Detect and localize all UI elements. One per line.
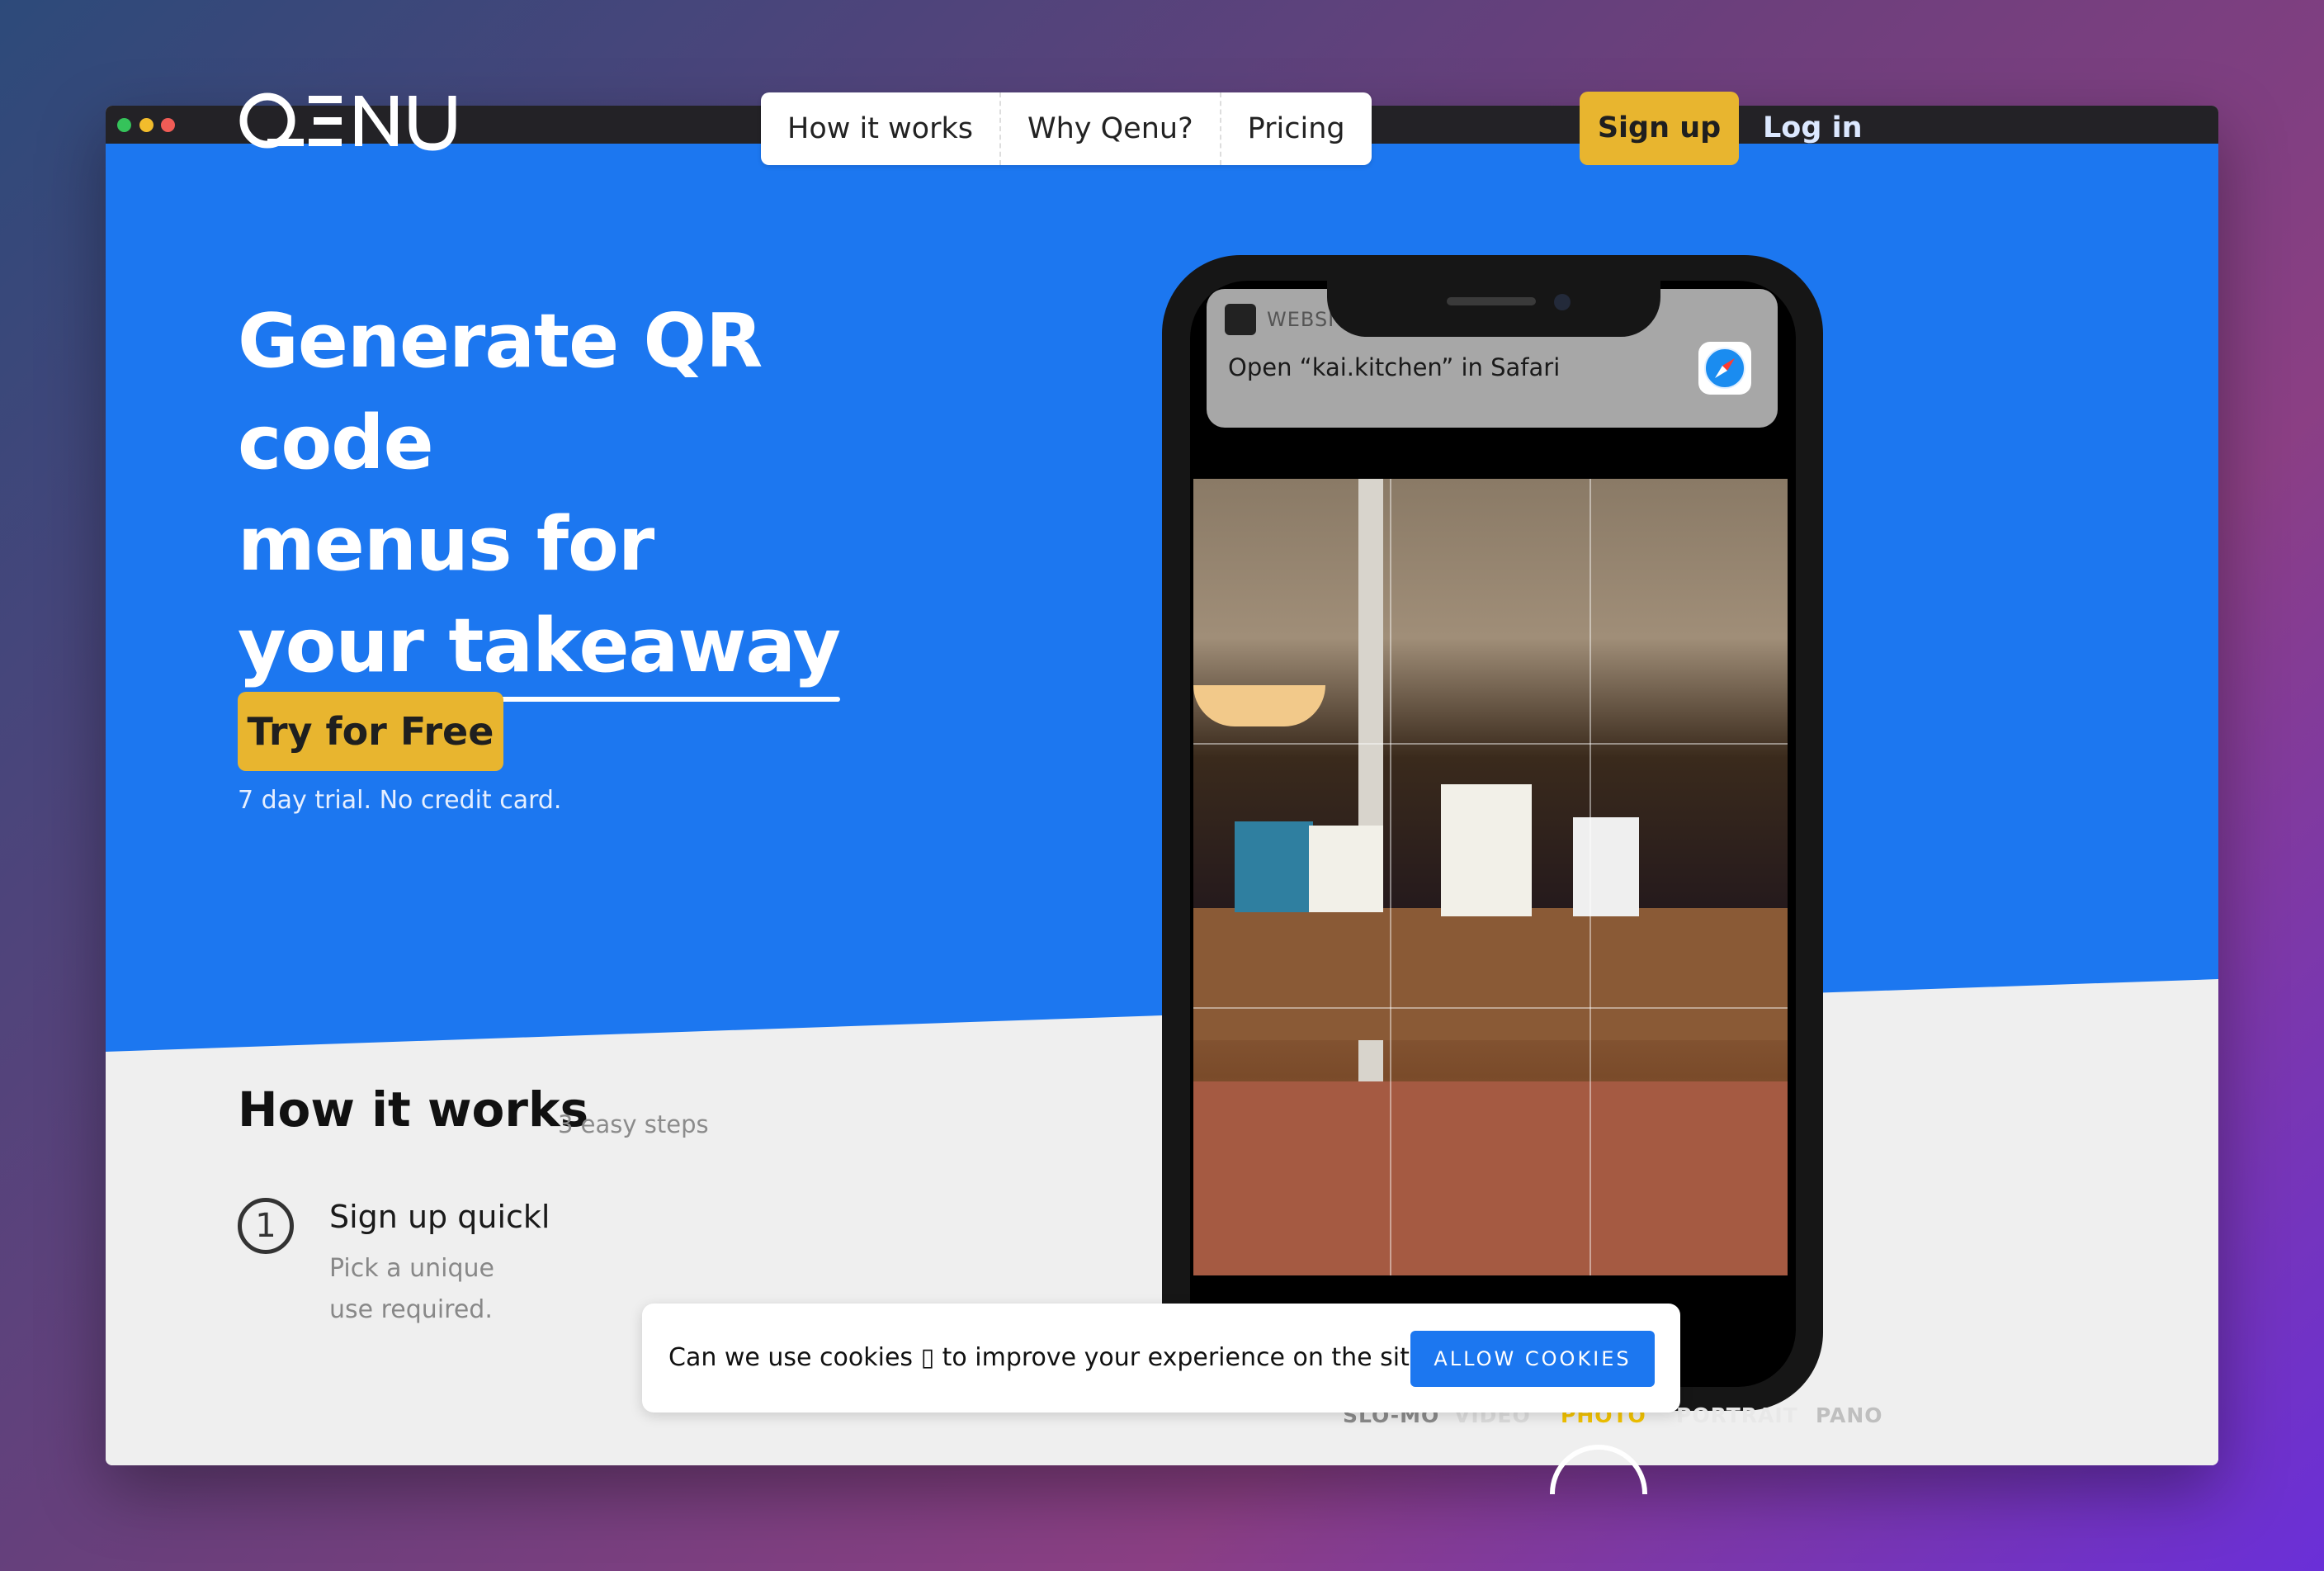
window-close-button[interactable] (161, 118, 175, 132)
window-zoom-button[interactable] (117, 118, 131, 132)
camera-viewfinder-image (1193, 479, 1788, 1275)
wooden-planter (1193, 908, 1788, 1040)
camera-grid-line (1193, 1007, 1788, 1009)
allow-cookies-button[interactable]: ALLOW COOKIES (1410, 1331, 1655, 1387)
qenu-logo[interactable] (238, 89, 461, 152)
nav-pricing[interactable]: Pricing (1221, 92, 1372, 165)
camera-mode-portrait[interactable]: PORTRAIT (1676, 1403, 1798, 1427)
cookie-message: Can we use cookies ▯ to improve your exp… (668, 1343, 1438, 1372)
menu-poster (1235, 821, 1313, 912)
headline-word-your: your (238, 603, 424, 689)
login-link[interactable]: Log in (1763, 92, 1863, 165)
how-it-works-title: How it works (238, 1081, 589, 1138)
step-number-badge: 1 (238, 1198, 294, 1254)
camera-mode-pano[interactable]: PANO (1816, 1403, 1883, 1427)
camera-grid-line (1193, 743, 1788, 745)
brick-wall (1193, 1081, 1788, 1275)
main-nav: How it works Why Qenu? Pricing (761, 92, 1372, 165)
step-title: Sign up quickl (329, 1199, 550, 1235)
try-for-free-button[interactable]: Try for Free (238, 692, 503, 771)
qr-code-poster (1573, 817, 1639, 916)
menu-poster (1441, 784, 1532, 916)
notification-text: Open “kai.kitchen” in Safari (1228, 353, 1561, 381)
camera-grid-line (1589, 479, 1591, 1275)
safari-compass-icon (1698, 342, 1751, 395)
hero-headline: Generate QR code menus for your takeaway (238, 291, 980, 702)
menu-poster (1309, 826, 1383, 912)
nav-why-qenu[interactable]: Why Qenu? (1001, 92, 1220, 165)
headline-line-3: your takeaway (238, 595, 980, 702)
signup-button[interactable]: Sign up (1580, 92, 1739, 165)
headline-line-1: Generate QR code (238, 298, 763, 486)
phone-speaker (1447, 297, 1536, 305)
trial-note: 7 day trial. No credit card. (238, 786, 562, 815)
phone-notch (1327, 277, 1660, 337)
headline-highlight-takeaway: takeaway (448, 595, 841, 702)
nav-how-it-works[interactable]: How it works (761, 92, 999, 165)
headline-line-2: menus for (238, 501, 654, 588)
window-minimize-button[interactable] (139, 118, 154, 132)
step-description: Pick a unique use required. (329, 1254, 494, 1324)
qr-code-icon (1225, 304, 1256, 335)
camera-grid-line (1390, 479, 1391, 1275)
pendant-lamp (1193, 685, 1325, 726)
how-it-works-subtitle: 3 easy steps (558, 1110, 709, 1138)
phone-front-camera (1554, 294, 1571, 310)
